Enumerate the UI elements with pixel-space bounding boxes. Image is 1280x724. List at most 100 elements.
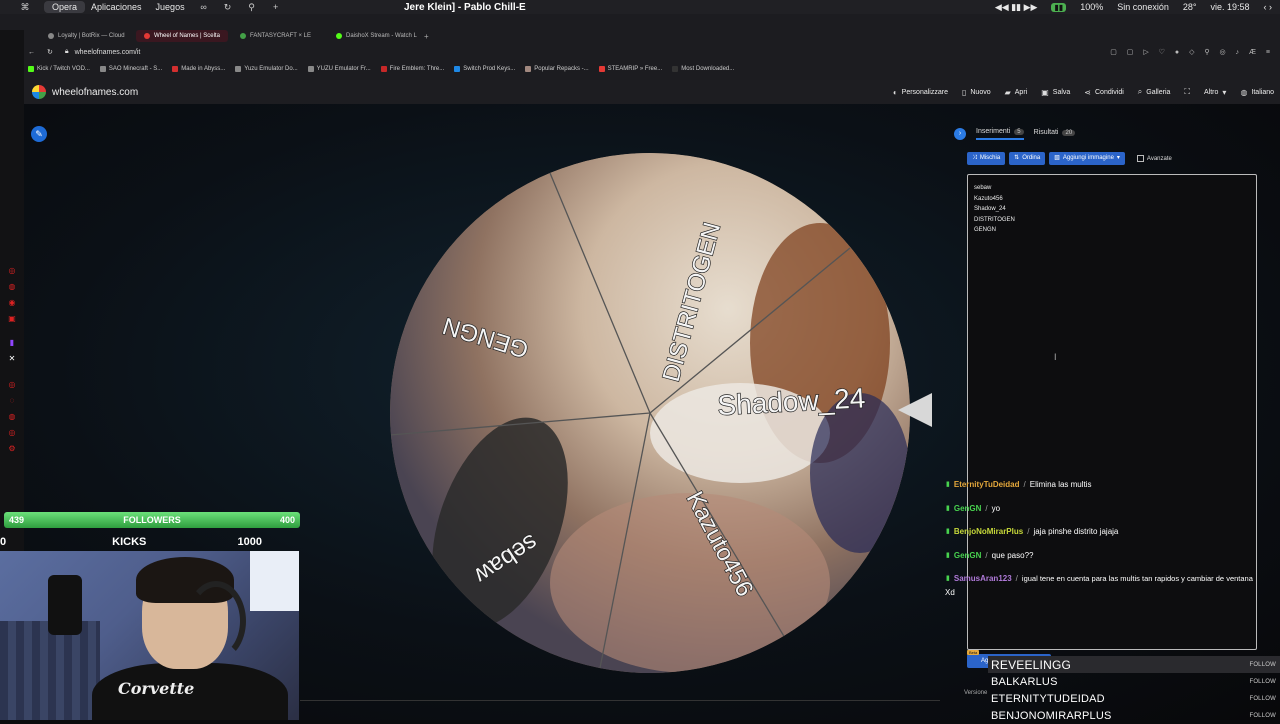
sidebar-red-icon[interactable]: ◎: [7, 266, 17, 276]
menu-apri[interactable]: ▰ Apri: [1005, 88, 1028, 97]
sidebar-red-icon[interactable]: ◌: [7, 396, 17, 406]
wheel-pointer-icon: [898, 393, 932, 427]
tab-label: Loyalty | BotRix — Cloud: [58, 33, 125, 39]
app-menu-opera[interactable]: Opera: [44, 1, 86, 13]
menu-galleria[interactable]: ⌕ Galleria: [1138, 87, 1171, 97]
bookmarks-bar: Kick / Twitch VOD... SAO Minecraft - S..…: [24, 61, 1280, 77]
clock[interactable]: vie. 19:58: [1210, 2, 1249, 12]
edit-pencil-button[interactable]: ✎: [31, 126, 47, 142]
chat-separator: /: [1027, 527, 1030, 536]
entries-toolbar: ⤨ Mischia ⇅ Ordina ▧ Aggiungi immagine ▾ Ava…: [967, 152, 1172, 165]
bookmark-item[interactable]: Popular Repacks -...: [525, 66, 589, 72]
version-label: Versione: [964, 690, 988, 696]
sidebar-red-icon[interactable]: ◎: [7, 428, 17, 438]
plus-icon[interactable]: +: [271, 3, 281, 12]
menu-language[interactable]: ◍ Italiano: [1240, 88, 1274, 97]
chat-message: ▮ EternityTuDeidad / Elimina las multis: [942, 478, 1280, 502]
sidebar-red-icon[interactable]: ◉: [7, 298, 17, 308]
advanced-label: Avanzate: [1146, 155, 1172, 162]
bookmark-label: Yuzu Emulator Do...: [244, 66, 298, 72]
menu-condividi[interactable]: ⋖ Condividi: [1084, 88, 1124, 97]
x-icon[interactable]: ✕: [7, 354, 17, 364]
media-controls-icon[interactable]: ◀◀ ▮▮ ▶▶: [995, 2, 1038, 13]
shuffle-button[interactable]: ⤨ Mischia: [967, 152, 1006, 165]
battery-icon: ▮▮: [1051, 2, 1067, 12]
bookmark-item[interactable]: Made in Abyss...: [172, 66, 225, 72]
navigation-arrows-icon[interactable]: ‹ ›: [1264, 2, 1273, 12]
refresh-icon[interactable]: ↻: [223, 3, 233, 12]
extensions-icons[interactable]: ▢ ▢ ▷ ♡ ● ◇ ⚲ ◎ ♪ Æ ≡: [1110, 48, 1280, 56]
chat-text: yo: [991, 503, 1001, 513]
menu-label: Altro: [1204, 88, 1219, 96]
spin-wheel[interactable]: DISTRITOGEN Shadow_24 Kazuto456 sebaw GE…: [390, 153, 910, 673]
bookmark-label: Fire Emblem: Thre...: [389, 66, 445, 72]
sort-button[interactable]: ⇅ Ordina: [1009, 152, 1046, 165]
headset: [186, 581, 246, 661]
collapse-panel-icon[interactable]: ›: [954, 128, 966, 140]
bookmark-item[interactable]: Fire Emblem: Thre...: [380, 66, 445, 72]
tab-daishox[interactable]: DaishoX Stream - Watch L: [328, 30, 420, 42]
bookmark-item[interactable]: SAO Minecraft - S...: [99, 66, 162, 72]
bookmark-icon: [454, 66, 461, 72]
bookmark-label: Made in Abyss...: [181, 66, 226, 72]
wheel-logo-icon: [32, 85, 46, 99]
bookmark-item[interactable]: STEAMRIP » Free...: [598, 66, 662, 72]
fullscreen-button[interactable]: ⛶: [1184, 87, 1190, 97]
url-field[interactable]: wheelofnames.com/it: [75, 49, 141, 56]
tab-loyalty[interactable]: Loyalty | BotRix — Cloud: [40, 30, 132, 42]
tab-fantasycraft[interactable]: FANTASYCRAFT × LE: [232, 30, 324, 42]
add-image-button[interactable]: ▧ Aggiungi immagine ▾: [1049, 152, 1125, 165]
menu-altro[interactable]: Altro ▾: [1204, 88, 1226, 97]
site-logo[interactable]: wheelofnames.com: [32, 85, 138, 99]
reload-icon[interactable]: ↻: [47, 48, 53, 56]
lock-icon: 🔒︎: [64, 48, 69, 55]
chat-user: EternityTuDeidad: [953, 480, 1020, 489]
app-menu-aplicaciones[interactable]: Aplicaciones: [91, 2, 142, 12]
control-center-icon[interactable]: ⌘: [20, 3, 30, 12]
back-icon[interactable]: ←: [28, 49, 35, 56]
new-tab-button[interactable]: +: [424, 32, 429, 41]
bookmark-icon: [598, 66, 605, 72]
chat-separator: /: [985, 550, 988, 560]
menu-personalizzare[interactable]: ◐ Personalizzare: [893, 88, 948, 97]
link-icon[interactable]: ∞: [199, 3, 209, 12]
chat-user: GenGN: [953, 550, 982, 560]
kick-badge-icon: ▮: [946, 481, 950, 488]
chat-message: ▮ GenGN / yo: [942, 502, 1280, 526]
checkbox-icon: [1136, 155, 1144, 162]
face-shape: [550, 493, 830, 673]
bookmark-item[interactable]: Most Downloaded...: [672, 66, 734, 72]
shuffle-label: Mischia: [979, 155, 1001, 161]
sidebar-red-icon[interactable]: ▣: [7, 314, 17, 324]
tab-entries[interactable]: Inserimenti 5: [976, 128, 1024, 140]
sidebar-red-icon[interactable]: ◍: [7, 282, 17, 292]
wifi-status[interactable]: Sin conexión: [1117, 2, 1169, 12]
chat-separator: /: [1015, 574, 1018, 583]
menu-salva[interactable]: ▣ Salva: [1041, 88, 1070, 97]
kick-badge-icon: ▮: [946, 551, 950, 559]
twitch-icon[interactable]: ▮: [7, 338, 17, 348]
shuffle-icon: ⤨: [972, 155, 977, 161]
advanced-checkbox[interactable]: Avanzate: [1136, 155, 1172, 162]
bookmark-item[interactable]: YUZU Emulator Fr...: [307, 66, 371, 72]
bookmark-label: YUZU Emulator Fr...: [316, 66, 371, 72]
pin-icon[interactable]: ⚲: [247, 3, 257, 12]
site-header: wheelofnames.com ◐ Personalizzare ▯ Nuovo …: [24, 80, 1280, 104]
settings-icon[interactable]: ⚙: [7, 444, 17, 454]
tab-results[interactable]: Risultati 20: [1034, 129, 1076, 139]
app-menu-juegos[interactable]: Juegos: [156, 2, 185, 12]
address-bar: ← ↻ 🔒︎ wheelofnames.com/it ▢ ▢ ▷ ♡ ● ◇ ⚲…: [24, 45, 1280, 59]
folder-icon: ▰: [1004, 87, 1011, 97]
sidebar-red-icon[interactable]: ◍: [7, 412, 17, 422]
bookmark-item[interactable]: Switch Prod Keys...: [454, 66, 515, 72]
menu-nuovo[interactable]: ▯ Nuovo: [962, 88, 991, 97]
bookmark-item[interactable]: Yuzu Emulator Do...: [235, 66, 298, 72]
bookmark-item[interactable]: Kick / Twitch VOD...: [28, 66, 90, 72]
add-image-label: Aggiungi immagine: [1062, 155, 1114, 161]
chat-message: ▮ SamusAran123/ igual tene en cuenta par…: [942, 572, 1280, 596]
menu-label: Personalizzare: [901, 88, 948, 96]
followers-goal-bar: 439 FOLLOWERS 400: [4, 512, 300, 528]
favicon-icon: [144, 33, 150, 39]
tab-wheel-of-names[interactable]: Wheel of Names | Scelta: [136, 30, 228, 42]
sidebar-red-icon[interactable]: ◎: [7, 380, 17, 390]
